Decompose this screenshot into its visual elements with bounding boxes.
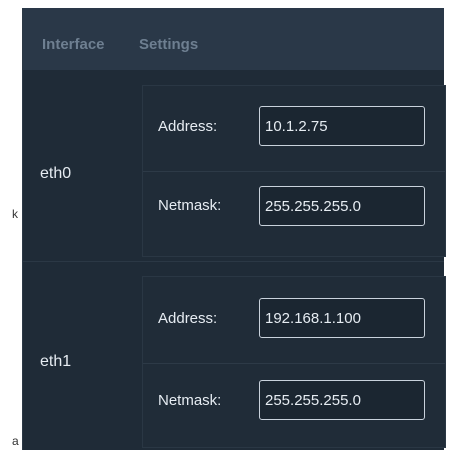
- netmask-input-eth0[interactable]: [259, 186, 425, 226]
- interface-name-eth1: eth1: [40, 353, 72, 370]
- netmask-label-eth1: Netmask:: [158, 392, 222, 409]
- edge-glyph-right: k: [12, 207, 18, 221]
- settings-box-eth0: Address: Netmask:: [142, 85, 446, 257]
- interface-settings-panel: Interface Settings eth0 Address: Netmask…: [22, 8, 446, 450]
- address-label-eth0: Address:: [158, 118, 218, 135]
- table-header: Interface Settings: [23, 8, 444, 70]
- edge-glyph-bottom: a: [12, 434, 19, 448]
- settings-box-eth1: Address: Netmask:: [142, 276, 446, 448]
- netmask-input-eth1[interactable]: [259, 380, 425, 420]
- header-settings: Settings: [139, 36, 199, 53]
- interface-name-eth0: eth0: [40, 165, 72, 182]
- netmask-label-eth0: Netmask:: [158, 197, 222, 214]
- address-input-eth1[interactable]: [259, 298, 425, 338]
- address-label-eth1: Address:: [158, 310, 218, 327]
- header-interface: Interface: [42, 36, 105, 53]
- address-input-eth0[interactable]: [259, 106, 425, 146]
- section-divider: [23, 261, 444, 262]
- row-divider-eth0: [143, 171, 445, 172]
- row-divider-eth1: [143, 363, 445, 364]
